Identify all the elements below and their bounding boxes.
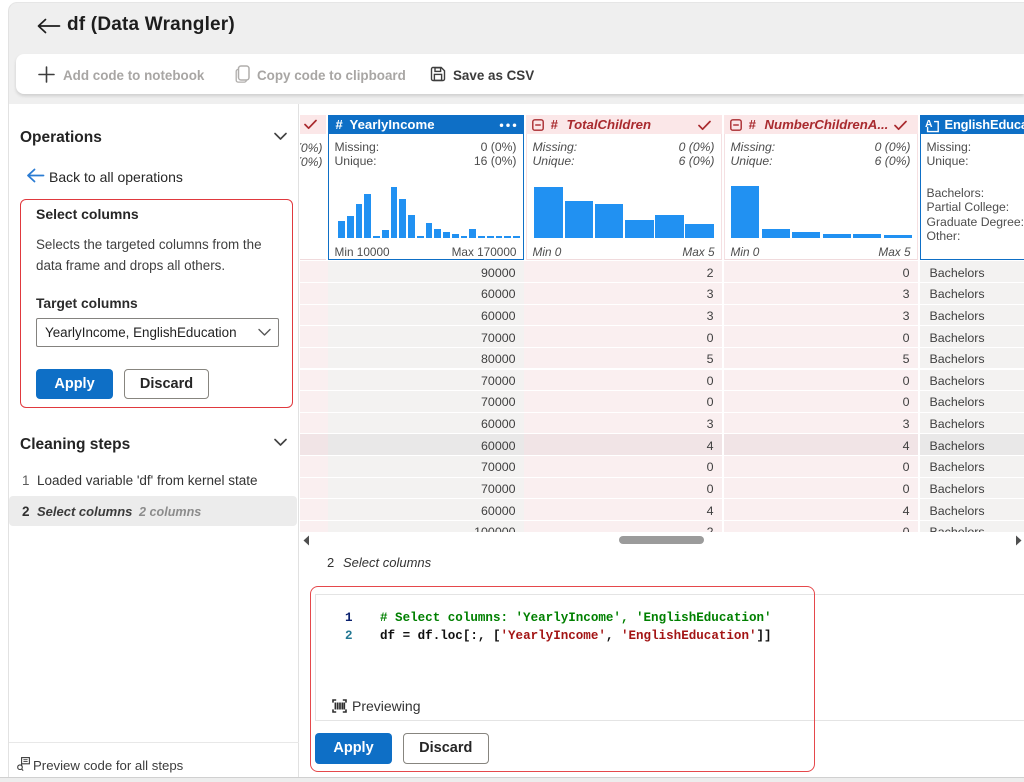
svg-text:A: A bbox=[925, 119, 933, 130]
